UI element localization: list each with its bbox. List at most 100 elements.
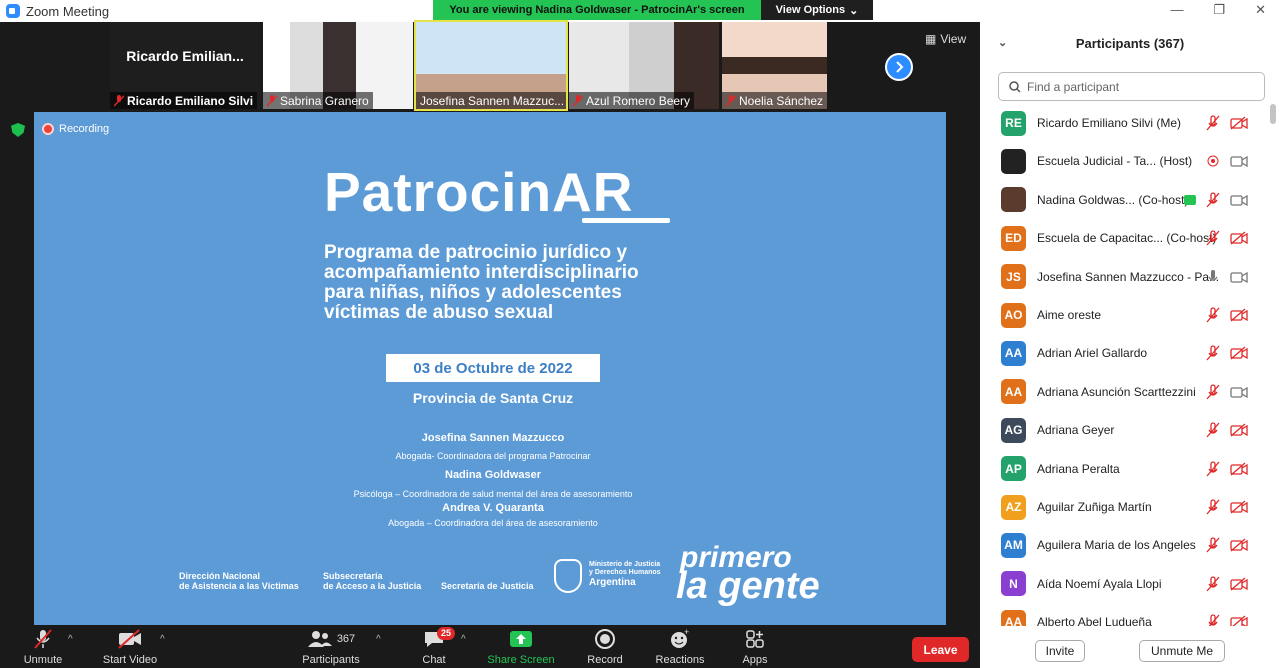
participants-panel: — ❐ ✕ ⌄ Participants (367) RE Ricardo Emi… [980, 0, 1280, 668]
avatar [1001, 148, 1026, 174]
participant-row[interactable]: AG Adriana Geyer [980, 411, 1270, 449]
share-screen-button[interactable]: Share Screen [481, 626, 561, 666]
view-options-button[interactable]: View Options ⌄ [761, 0, 873, 20]
participant-row[interactable]: Nadina Goldwas... (Co-host) [980, 181, 1270, 219]
leave-button[interactable]: Leave [912, 637, 969, 662]
speaker-role: Abogada- Coordinadora del programa Patro… [395, 451, 591, 461]
participant-row[interactable]: JS Josefina Sannen Mazzucco - Pa... [980, 258, 1270, 296]
participant-status [1206, 345, 1248, 361]
participant-status [1206, 576, 1248, 592]
gallery-strip: Ricardo Emilian... Ricardo Emiliano Silv… [110, 20, 827, 111]
chat-options-caret[interactable]: ^ [461, 634, 466, 645]
tile-preview-name: Ricardo Emilian... [126, 47, 244, 64]
video-options-caret[interactable]: ^ [160, 634, 165, 645]
invite-button[interactable]: Invite [1035, 640, 1085, 662]
participant-status [1206, 269, 1248, 285]
share-banner: You are viewing Nadina Goldwaser - Patro… [433, 0, 873, 20]
unmute-button[interactable]: Unmute [3, 626, 83, 666]
speaker-role: Psicóloga – Coordinadora de salud mental… [353, 489, 633, 499]
mic-muted-icon [573, 94, 583, 107]
view-button[interactable]: ▦ View [925, 32, 966, 46]
chat-button[interactable]: Chat [394, 626, 474, 666]
start-video-button[interactable]: Start Video [90, 626, 170, 666]
avatar [1001, 187, 1026, 213]
search-input[interactable] [1027, 79, 1247, 94]
video-off-icon [118, 629, 141, 649]
participant-status [1206, 614, 1248, 626]
unmute-me-button[interactable]: Unmute Me [1139, 640, 1225, 662]
slide-logo: PatrocinAR [324, 161, 634, 223]
avatar: AO [1001, 302, 1026, 328]
participant-row[interactable]: AP Adriana Peralta [980, 450, 1270, 488]
recording-indicator[interactable]: Recording [42, 123, 109, 135]
video-tile-josefina[interactable]: Josefina Sannen Mazzuc... [414, 20, 568, 111]
close-icon[interactable]: ✕ [1255, 2, 1266, 18]
participant-row[interactable]: AO Aime oreste [980, 296, 1270, 334]
mic-muted-icon [1206, 230, 1220, 246]
video-on-icon [1230, 271, 1248, 283]
minimize-icon[interactable]: — [1170, 2, 1183, 18]
video-tile-sabrina[interactable]: Sabrina Granero [263, 22, 413, 109]
slide-province: Provincia de Santa Cruz [412, 390, 574, 406]
participant-status [1206, 384, 1248, 400]
gallery-next-button[interactable] [885, 53, 913, 81]
video-off-icon [1230, 308, 1248, 322]
video-off-icon [1230, 346, 1248, 360]
mic-muted-icon [1206, 307, 1220, 323]
tile-name: Azul Romero Beery [569, 92, 695, 109]
apps-button[interactable]: Apps [715, 626, 795, 666]
mic-muted-icon [1208, 614, 1220, 626]
participant-name: Adrian Ariel Gallardo [1037, 346, 1148, 361]
avatar: AP [1001, 456, 1026, 482]
video-off-icon [1230, 462, 1248, 476]
participant-status [1206, 153, 1248, 169]
participants-button[interactable]: 367 Participants [291, 626, 371, 666]
panel-scrollbar[interactable] [1270, 104, 1276, 124]
participant-name: Escuela de Capacitac... (Co-host) [1037, 231, 1217, 246]
participant-search[interactable] [998, 72, 1265, 101]
participant-name: Escuela Judicial - Ta... (Host) [1037, 154, 1193, 169]
participant-row[interactable]: AA Alberto Abel Ludueña [980, 603, 1270, 626]
participant-row[interactable]: AZ Aguilar Zuñiga Martín [980, 488, 1270, 526]
restore-icon[interactable]: ❐ [1213, 2, 1225, 18]
security-shield-icon [11, 123, 25, 137]
video-off-icon [1230, 538, 1248, 552]
participant-row[interactable]: AA Adrian Ariel Gallardo [980, 334, 1270, 372]
chat-unread-badge: 25 [437, 627, 456, 640]
video-on-icon [1230, 386, 1248, 398]
zoom-logo-icon [6, 4, 20, 18]
collapse-chevron-icon[interactable]: ⌄ [998, 36, 1007, 49]
audio-options-caret[interactable]: ^ [68, 634, 73, 645]
participant-row[interactable]: AA Adriana Asunción Scarttezzini [980, 373, 1270, 411]
participants-icon [307, 631, 332, 647]
shared-screen: Recording PatrocinAR Programa de patroci… [34, 112, 946, 625]
svg-text:+: + [684, 628, 689, 637]
video-tile-noelia[interactable]: Noelia Sánchez [722, 22, 827, 109]
reactions-icon: + [671, 628, 689, 648]
participant-row[interactable]: ED Escuela de Capacitac... (Co-host) [980, 219, 1270, 257]
mic-muted-icon [1206, 537, 1220, 553]
video-tile-azul[interactable]: Azul Romero Beery [569, 22, 719, 109]
participant-name: Adriana Peralta [1037, 461, 1120, 476]
participant-row[interactable]: AM Aguilera Maria de los Angeles [980, 526, 1270, 564]
video-tile-ricardo[interactable]: Ricardo Emilian... Ricardo Emiliano Silv… [110, 22, 260, 109]
participant-row[interactable]: N Aída Noemí Ayala Llopi [980, 565, 1270, 603]
participants-options-caret[interactable]: ^ [376, 634, 381, 645]
participant-status [1206, 537, 1248, 553]
share-screen-icon [510, 631, 532, 647]
participants-list: RE Ricardo Emiliano Silvi (Me) Escuela Jud… [980, 104, 1280, 626]
mic-muted-icon [1206, 115, 1220, 131]
mic-muted-icon [1206, 422, 1220, 438]
participant-name: Aguilera Maria de los Angeles [1037, 538, 1196, 553]
panel-header: ⌄ Participants (367) [980, 30, 1280, 56]
record-button[interactable]: Record [565, 626, 645, 666]
participant-row[interactable]: RE Ricardo Emiliano Silvi (Me) [980, 104, 1270, 142]
participant-status [1206, 230, 1248, 246]
panel-title: Participants (367) [1075, 35, 1185, 51]
mic-muted-icon [1206, 460, 1220, 477]
avatar: JS [1001, 264, 1026, 290]
reactions-button[interactable]: + Reactions [640, 626, 720, 666]
participant-row[interactable]: Escuela Judicial - Ta... (Host) [980, 142, 1270, 180]
tile-name: Sabrina Granero [263, 92, 373, 109]
chevron-right-icon [896, 61, 904, 73]
